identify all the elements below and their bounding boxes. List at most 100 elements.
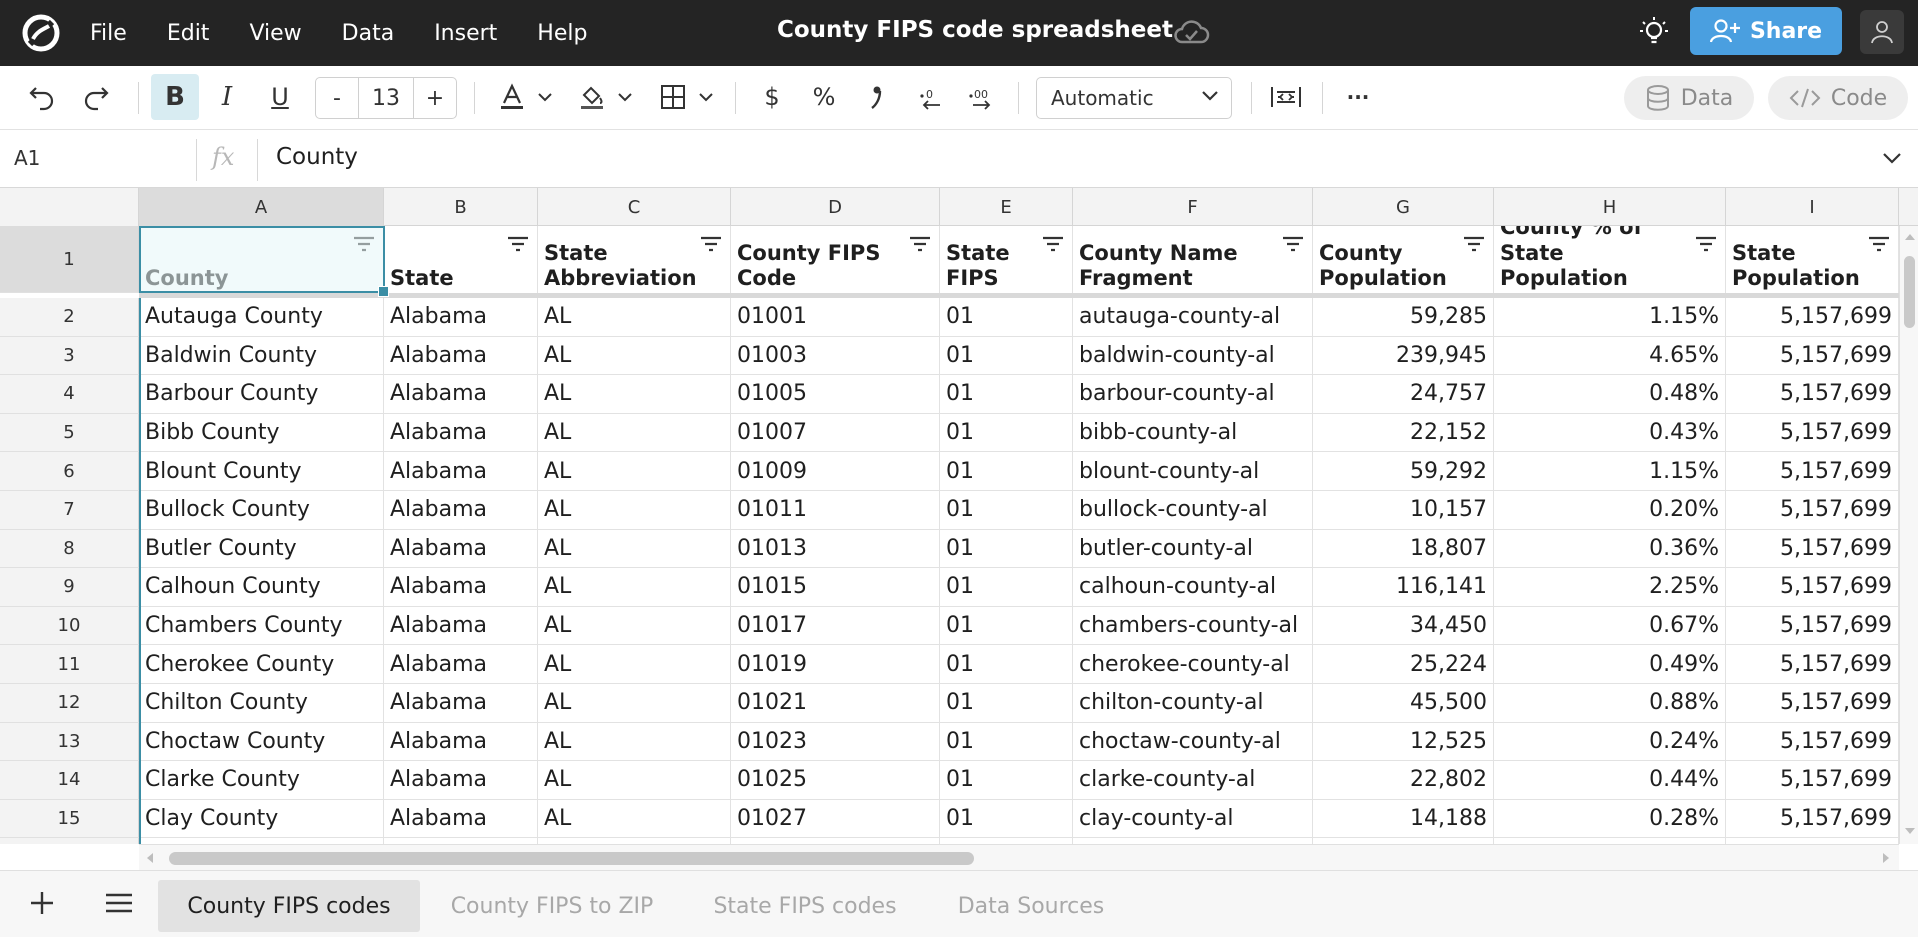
table-cell[interactable]: 01 [940,336,1073,376]
underline-button[interactable]: U [258,74,302,120]
table-cell[interactable]: Bibb County [139,413,384,453]
table-cell[interactable]: 01015 [731,568,940,607]
table-cell[interactable]: 5,157,699 [1726,684,1899,723]
table-cell[interactable]: choctaw-county-al [1073,722,1313,762]
table-cell[interactable]: 14,188 [1313,799,1494,839]
scroll-down-icon[interactable] [1904,826,1916,836]
row-header[interactable]: 13 [0,722,139,762]
table-cell[interactable]: cherokee-county-al [1073,645,1313,684]
filter-icon[interactable] [1868,236,1890,252]
table-cell[interactable]: Alabama [384,606,538,646]
table-cell[interactable]: AL [538,375,731,414]
table-cell[interactable]: 0.24% [1494,722,1726,762]
table-cell[interactable]: butler-county-al [1073,529,1313,569]
table-cell[interactable]: Blount County [139,452,384,491]
row-header[interactable]: 5 [0,413,139,453]
header-cell-a[interactable]: County [139,226,384,293]
scroll-left-icon[interactable] [145,852,155,864]
table-cell[interactable]: 2.25% [1494,568,1726,607]
decrease-decimal-button[interactable]: 0 [908,74,952,120]
sheet-tab-county-fips-codes[interactable]: County FIPS codes [158,880,420,932]
table-cell[interactable]: 01019 [731,645,940,684]
redo-button[interactable] [74,74,118,120]
table-cell[interactable]: 01017 [731,606,940,646]
table-cell[interactable]: Choctaw County [139,722,384,762]
vertical-scroll-thumb[interactable] [1904,256,1915,328]
formula-input[interactable]: County [276,144,358,170]
lightbulb-icon[interactable] [1638,14,1670,50]
sheet-tab-state-fips-codes[interactable]: State FIPS codes [690,880,920,932]
filter-icon[interactable] [909,236,931,252]
column-header-b[interactable]: B [384,188,538,226]
row-header[interactable]: 2 [0,298,139,337]
table-cell[interactable]: Alabama [384,761,538,800]
column-header-f[interactable]: F [1073,188,1313,226]
table-cell[interactable]: 0.20% [1494,491,1726,530]
table-cell[interactable]: AL [538,413,731,453]
table-cell[interactable]: AL [538,568,731,607]
table-cell[interactable]: 59,292 [1313,452,1494,491]
table-cell[interactable]: AL [538,761,731,800]
row-header[interactable]: 16 [0,838,139,844]
table-cell[interactable]: AL [538,529,731,569]
table-cell[interactable]: AL [538,645,731,684]
menu-file[interactable]: File [90,21,127,46]
add-sheet-icon[interactable] [28,889,56,917]
table-cell[interactable]: 01 [940,684,1073,723]
menu-insert[interactable]: Insert [434,21,497,46]
table-cell[interactable]: 22,152 [1313,413,1494,453]
more-options-button[interactable]: ··· [1336,74,1380,120]
filter-icon[interactable] [507,236,529,252]
number-format-select[interactable]: Automatic [1036,77,1232,119]
table-cell[interactable]: 18,807 [1313,529,1494,569]
table-cell[interactable]: Alabama [384,568,538,607]
table-cell[interactable]: Autauga County [139,298,384,337]
table-cell[interactable]: Alabama [384,298,538,337]
row-header[interactable]: 14 [0,761,139,800]
row-header-1[interactable]: 1 [0,226,139,293]
comma-format-button[interactable] [854,74,898,120]
table-cell[interactable]: 5,157,699 [1726,375,1899,414]
table-cell[interactable]: 5,157,699 [1726,645,1899,684]
table-cell[interactable]: Chilton County [139,684,384,723]
fill-handle[interactable] [378,286,389,297]
table-cell[interactable]: 01 [940,606,1073,646]
table-cell[interactable]: 01005 [731,375,940,414]
table-cell[interactable]: 0.48% [1494,375,1726,414]
bold-button[interactable]: B [151,74,199,120]
row-header[interactable]: 6 [0,452,139,491]
table-cell[interactable]: Alabama [384,336,538,376]
table-cell[interactable]: Alabama [384,684,538,723]
table-cell[interactable]: 239,945 [1313,336,1494,376]
table-cell[interactable]: 01 [940,298,1073,337]
table-cell[interactable]: Alabama [384,529,538,569]
sheet-tab-county-fips-to-zip[interactable]: County FIPS to ZIP [432,880,672,932]
table-cell[interactable]: 5,157,699 [1726,413,1899,453]
font-size-decrease-button[interactable]: - [316,78,358,118]
table-cell[interactable]: 0.36% [1494,529,1726,569]
app-logo-icon[interactable] [22,14,60,52]
table-cell[interactable]: 01 [940,452,1073,491]
header-cell-h[interactable]: County % of State Population [1494,226,1726,293]
table-cell[interactable]: 5,157,699 [1726,336,1899,376]
wrap-text-button[interactable] [1264,74,1308,120]
undo-button[interactable] [20,74,64,120]
table-cell[interactable]: 34,450 [1313,606,1494,646]
column-header-a[interactable]: A [139,188,384,226]
table-cell[interactable]: bibb-county-al [1073,413,1313,453]
currency-format-button[interactable]: $ [750,74,794,120]
table-cell[interactable]: 10,157 [1313,491,1494,530]
column-header-c[interactable]: C [538,188,731,226]
table-cell[interactable]: 01 [940,491,1073,530]
table-cell[interactable]: Alabama [384,491,538,530]
row-header[interactable]: 4 [0,375,139,414]
header-cell-f[interactable]: County Name Fragment [1073,226,1313,293]
table-cell[interactable]: Alabama [384,375,538,414]
italic-button[interactable]: I [205,74,249,120]
scroll-right-icon[interactable] [1881,852,1891,864]
table-cell[interactable]: barbour-county-al [1073,375,1313,414]
table-cell[interactable]: 5,157,699 [1726,452,1899,491]
table-cell[interactable]: Clarke County [139,761,384,800]
table-cell[interactable]: 01 [940,375,1073,414]
table-cell[interactable]: chambers-county-al [1073,606,1313,646]
